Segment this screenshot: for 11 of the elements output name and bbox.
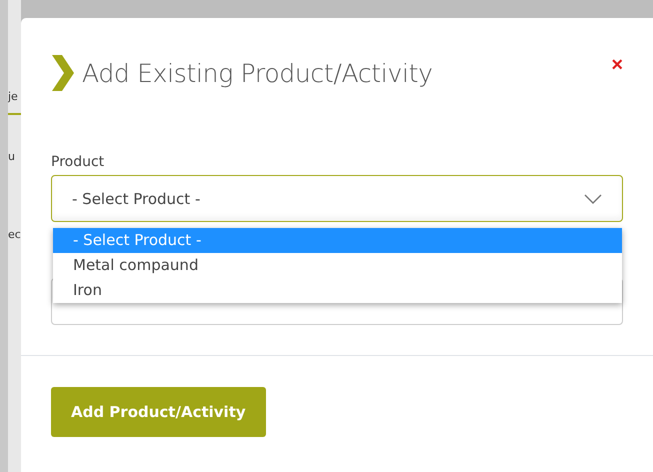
chevron-right-icon <box>52 55 74 91</box>
field-label: Product <box>51 154 106 170</box>
dropdown-option[interactable]: Metal compaund <box>53 253 622 278</box>
close-button[interactable]: × <box>611 54 623 77</box>
product-select[interactable]: - Select Product - <box>51 175 623 222</box>
chevron-down-icon <box>584 194 602 204</box>
dialog-title: Add Existing Product/Activity <box>82 58 434 88</box>
background-text: u <box>8 150 15 163</box>
background-text: ec <box>8 228 21 241</box>
dropdown-option[interactable]: Iron <box>53 278 622 303</box>
background-text: je <box>8 90 18 103</box>
